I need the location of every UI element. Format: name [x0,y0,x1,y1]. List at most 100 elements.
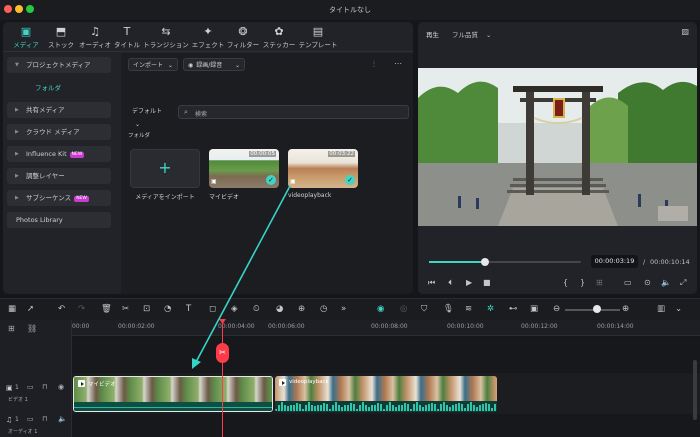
shape-icon[interactable]: ◻ [209,304,216,314]
tab-transition[interactable]: ⇆ トランジション [142,25,190,49]
tab-title[interactable]: T タイトル [113,25,141,49]
waveform-bar [275,409,277,411]
video-preview[interactable] [418,68,697,226]
step-back-icon[interactable]: ⏴ [448,278,452,288]
select-tool-icon[interactable]: ➚ [27,304,34,314]
speaker-icon[interactable]: 🔈 [58,415,67,423]
layout-icon[interactable]: ▦ [8,304,16,314]
keyframe-icon[interactable]: ⊕ [298,304,305,314]
sidebar-item-subsequence[interactable]: ▶ サブシーケンス NEW [7,190,111,206]
sidebar-item-project-media[interactable]: ▼ プロジェクトメディア [7,57,111,73]
prev-frame-icon[interactable]: ⏮ [428,278,435,288]
tab-label: メディア [13,41,39,49]
lock-icon[interactable]: ⊓ [42,415,47,423]
import-dropdown[interactable]: インポート ⌄ [128,58,178,71]
tab-stock[interactable]: ⬒ ストック [45,25,77,49]
progress-fill [429,261,486,263]
progress-handle[interactable] [481,258,490,266]
timeline-clip-videoplayback[interactable]: videoplayback [275,376,497,412]
stop-icon[interactable]: ■ [483,278,491,287]
speed-icon[interactable]: ◔ [164,304,171,314]
timer-icon[interactable]: ◷ [320,304,327,314]
sidebar-item-folder[interactable]: フォルダ [7,80,111,96]
crop-icon[interactable]: ⊡ [143,304,150,314]
zoom-out-icon[interactable]: ⊖ [553,304,560,314]
audio-mix-icon[interactable]: ≋ [465,304,472,314]
eye-icon[interactable]: ◉ [58,383,64,391]
cut-icon[interactable]: ✂ [122,304,129,314]
plus-icon: + [158,158,172,177]
more-tools-icon[interactable]: » [341,304,346,314]
mark-out-icon[interactable]: } [580,278,585,287]
delete-icon[interactable]: 🗑 [101,304,112,314]
mask-icon[interactable]: ◈ [231,304,238,314]
text-icon[interactable]: T [186,304,191,314]
render-icon[interactable]: ▣ [530,304,538,314]
snap-icon[interactable]: ✲ [487,304,494,314]
mark-in-icon[interactable]: { [563,278,568,287]
tab-filter[interactable]: ❂ フィルター [225,25,261,49]
display-icon[interactable]: ▭ [624,278,632,287]
timeline-scrollbar[interactable] [693,360,697,420]
timeline-clip-my-video[interactable]: マイビデオ [73,376,273,412]
chevron-down-icon: ⌄ [486,31,492,39]
undo-icon[interactable]: ↶ [58,304,65,314]
quality-icon[interactable]: ⊞ [596,278,603,287]
grid-view-icon[interactable]: ▥ [657,304,665,314]
playback-progress[interactable] [429,258,581,266]
waveform-bar [296,403,298,411]
time-ruler[interactable]: 00:00 00:00:02:00 00:00:04:00 00:00:06:0… [72,320,700,336]
waveform-bar [383,408,385,411]
record-voice-icon[interactable]: ◎ [400,304,407,314]
sort-dropdown[interactable]: デフォルト ⌄ [128,105,174,128]
link-icon[interactable]: ⊷ [509,304,518,314]
tab-sticker[interactable]: ✿ ステッカー [261,25,297,49]
tab-audio[interactable]: ♫ オーディオ [78,25,112,49]
play-icon[interactable]: ▶ [466,278,472,287]
media-thumbnail-videoplayback[interactable]: 00:03:22 ▣ ✓ [288,149,358,188]
tab-label: トランジション [143,41,189,49]
zoom-slider-handle[interactable] [593,305,601,313]
filter-list-icon[interactable]: ⫶ [373,60,375,70]
more-icon[interactable]: ⋯ [394,59,402,68]
folder-icon[interactable]: ▭ [27,383,34,391]
sidebar-item-adjustment-layer[interactable]: ▶ 調整レイヤー [7,168,111,184]
microphone-icon[interactable]: 🎙 [443,304,454,314]
settings-icon[interactable]: ⌄ [675,304,682,314]
link-track-icon[interactable]: ⛓ [27,324,37,333]
camera-icon[interactable]: ⊙ [644,278,651,287]
sidebar-item-cloud-media[interactable]: ▶ クラウド メディア [7,124,111,140]
ruler-tick: 00:00 [72,323,90,330]
waveform-bar [428,404,430,411]
sidebar-item-photos-library[interactable]: Photos Library [7,212,111,228]
fullscreen-icon[interactable]: ⤢ [680,278,686,288]
zoom-in-icon[interactable]: ⊕ [622,304,629,314]
chevron-down-icon: ⌄ [234,62,240,69]
search-input[interactable]: ⌕ 検索 [178,105,409,119]
sidebar-item-label: フォルダ [35,84,61,92]
folder-heading: フォルダ [128,133,151,139]
video-track-number: 1 [15,384,19,391]
ruler-tick: 00:00:06:00 [268,323,305,330]
sidebar-item-influence-kit[interactable]: ▶ Influence Kit NEW [7,146,111,162]
ai-tool-icon[interactable]: ◉ [377,304,384,314]
redo-icon[interactable]: ↷ [78,304,85,314]
add-track-icon[interactable]: ⊞ [8,324,15,333]
snapshot-icon[interactable]: ▨ [681,27,689,36]
quality-dropdown[interactable]: フル品質 ⌄ [452,29,491,39]
scissors-icon[interactable]: ✂ [216,343,229,363]
record-dropdown[interactable]: ◉ 録画/録音 ⌄ [183,58,245,71]
shield-icon[interactable]: ⛉ [421,304,427,314]
sidebar-item-shared-media[interactable]: ▶ 共有メディア [7,102,111,118]
color-icon[interactable]: ◕ [276,304,283,314]
lock-icon[interactable]: ⊓ [42,383,47,391]
tab-template[interactable]: ▤ テンプレート [297,25,339,49]
media-thumbnail-my-video[interactable]: 00:00:05 ▣ ✓ [209,149,279,188]
duration-icon[interactable]: ⏲ [253,304,260,314]
folder-icon[interactable]: ▭ [27,415,34,423]
tab-media[interactable]: ▣ メディア [9,25,43,49]
import-media-card[interactable]: + [130,149,200,188]
playhead[interactable] [222,322,223,437]
volume-icon[interactable]: 🔈 [661,278,671,287]
tab-effect[interactable]: ✦ エフェクト [191,25,225,49]
